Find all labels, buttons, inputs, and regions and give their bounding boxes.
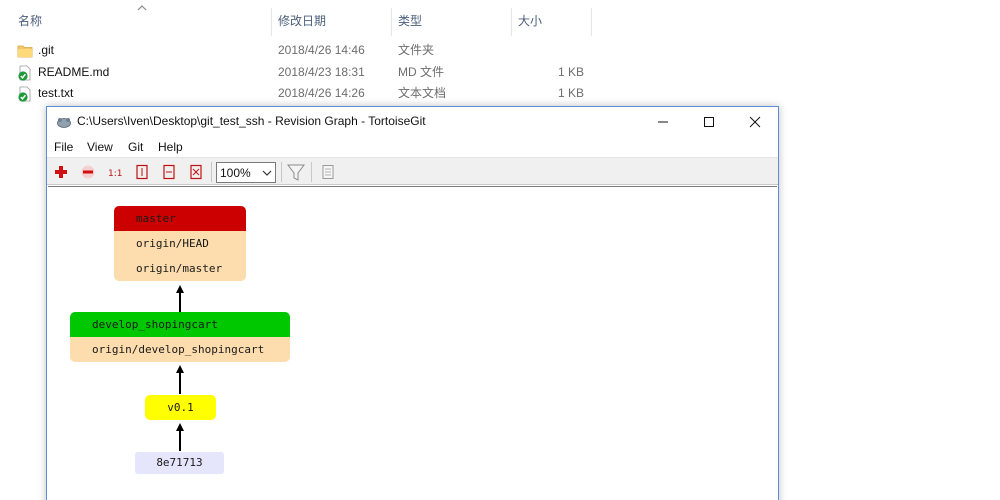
- menu-git[interactable]: Git: [128, 140, 143, 154]
- zoom-fit-button[interactable]: [186, 163, 206, 181]
- menu-help[interactable]: Help: [158, 140, 183, 154]
- zoom-height-icon: [136, 164, 148, 180]
- tortoisegit-app-icon: [57, 118, 71, 128]
- tortoisegit-ok-icon: [18, 86, 31, 102]
- master-node[interactable]: master origin/HEAD origin/master: [114, 206, 246, 281]
- commit-node[interactable]: 8e71713: [135, 452, 224, 474]
- title-bar[interactable]: C:\Users\Iven\Desktop\git_test_ssh - Rev…: [47, 107, 778, 137]
- remote-ref-label: origin/develop_shopingcart: [70, 337, 290, 362]
- toolbar-separator: [311, 162, 312, 182]
- zoom-height-button[interactable]: [132, 163, 152, 181]
- folder-icon: [17, 45, 33, 58]
- menu-view[interactable]: View: [87, 140, 113, 154]
- file-date: 2018/4/26 14:26: [278, 86, 365, 100]
- zoom-width-icon: [163, 164, 175, 180]
- remote-ref-label: origin/master: [114, 256, 246, 281]
- develop-node[interactable]: develop_shopingcart origin/develop_shopi…: [70, 312, 290, 362]
- file-date: 2018/4/26 14:46: [278, 43, 365, 57]
- toolbar-separator: [211, 162, 212, 182]
- maximize-button[interactable]: [686, 107, 732, 137]
- toolbar: 1:1 100%: [47, 157, 778, 185]
- file-name: README.md: [38, 65, 110, 79]
- file-size: 1 KB: [557, 86, 584, 100]
- graph-canvas[interactable]: master origin/HEAD origin/master develop…: [48, 186, 777, 500]
- menu-bar: File View Git Help: [47, 137, 778, 157]
- file-size: 1 KB: [557, 65, 584, 79]
- column-header: 名称 修改日期 类型 大小: [0, 0, 1000, 36]
- zoom-100-button[interactable]: 1:1: [105, 163, 125, 181]
- column-size[interactable]: 大小: [512, 8, 590, 36]
- zoom-out-icon: [81, 165, 95, 179]
- file-name: test.txt: [38, 86, 74, 100]
- file-name: .git: [38, 43, 55, 57]
- zoom-fit-icon: [190, 164, 202, 180]
- file-row[interactable]: .git 2018/4/26 14:46 文件夹: [0, 40, 1000, 61]
- zoom-in-button[interactable]: [51, 163, 71, 181]
- file-row[interactable]: test.txt 2018/4/26 14:26 文本文档 1 KB: [0, 83, 1000, 104]
- branch-label: develop_shopingcart: [70, 312, 290, 337]
- minimize-icon: [658, 121, 668, 123]
- file-type: 文本文档: [398, 86, 447, 100]
- close-icon: [749, 116, 761, 128]
- head-branch-label: master: [114, 206, 246, 231]
- legend-button[interactable]: [317, 163, 337, 181]
- column-name[interactable]: 名称: [12, 8, 270, 36]
- close-button[interactable]: [732, 107, 778, 137]
- file-row[interactable]: README.md 2018/4/23 18:31 MD 文件 1 KB: [0, 62, 1000, 83]
- column-date-modified[interactable]: 修改日期: [272, 8, 390, 36]
- svg-text:1:1: 1:1: [108, 169, 122, 179]
- zoom-out-button[interactable]: [78, 163, 98, 181]
- menu-file[interactable]: File: [54, 140, 73, 154]
- zoom-100-icon: 1:1: [108, 169, 122, 179]
- tortoisegit-ok-icon: [18, 65, 31, 81]
- chevron-down-icon: [262, 170, 272, 176]
- column-type[interactable]: 类型: [392, 8, 510, 36]
- minimize-button[interactable]: [640, 107, 686, 137]
- revision-graph-window: C:\Users\Iven\Desktop\git_test_ssh - Rev…: [46, 106, 779, 500]
- file-type: MD 文件: [398, 65, 444, 79]
- maximize-icon: [704, 117, 714, 127]
- filter-icon: [287, 164, 305, 181]
- column-divider[interactable]: [591, 8, 592, 36]
- window-title: C:\Users\Iven\Desktop\git_test_ssh - Rev…: [77, 114, 426, 128]
- file-explorer: 名称 修改日期 类型 大小 .git 2018/4/26 14:46 文件夹 R…: [0, 0, 1000, 110]
- legend-icon: [322, 165, 334, 179]
- tag-node[interactable]: v0.1: [145, 395, 216, 420]
- filter-button[interactable]: [285, 163, 305, 181]
- zoom-in-icon: [55, 166, 67, 178]
- remote-ref-label: origin/HEAD: [114, 231, 246, 256]
- file-date: 2018/4/23 18:31: [278, 65, 365, 79]
- zoom-width-button[interactable]: [159, 163, 179, 181]
- toolbar-separator: [281, 162, 282, 182]
- zoom-select[interactable]: 100%: [216, 162, 276, 183]
- zoom-value: 100%: [220, 166, 251, 180]
- file-type: 文件夹: [398, 43, 435, 57]
